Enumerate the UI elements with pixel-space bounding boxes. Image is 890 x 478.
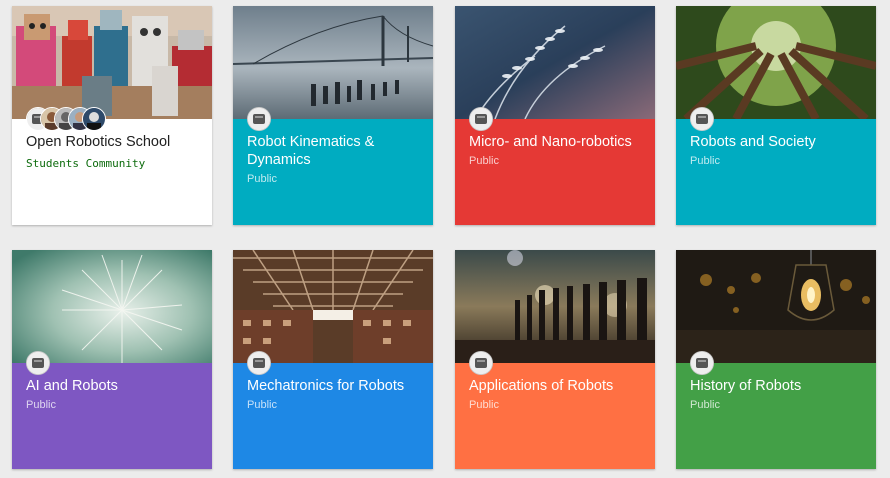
community-avatar	[690, 107, 714, 131]
community-card-robots-and-society[interactable]: Robots and Society Public	[676, 6, 876, 225]
community-avatar	[469, 107, 493, 131]
community-card-mechatronics[interactable]: Mechatronics for Robots Public	[233, 250, 433, 469]
card-image-forest-canopy	[676, 6, 876, 119]
community-card-applications[interactable]: Applications of Robots Public	[455, 250, 655, 469]
community-avatar	[26, 351, 50, 375]
community-avatar	[247, 107, 271, 131]
community-title[interactable]: Micro- and Nano-robotics	[469, 133, 645, 151]
card-image-bridge	[233, 6, 433, 119]
member-avatar[interactable]	[82, 107, 106, 131]
community-card-open-robotics-school[interactable]: Open Robotics School Students Community	[12, 6, 212, 225]
community-subtitle: Students Community	[26, 157, 146, 170]
community-visibility: Public	[469, 399, 499, 411]
community-visibility: Public	[26, 399, 56, 411]
community-avatar	[247, 351, 271, 375]
community-title[interactable]: Applications of Robots	[469, 377, 645, 395]
community-title[interactable]: Robots and Society	[690, 133, 866, 151]
community-visibility: Public	[469, 155, 499, 167]
card-image-dandelion	[12, 250, 212, 363]
community-card-robot-kinematics[interactable]: Robot Kinematics & Dynamics Public	[233, 6, 433, 225]
community-card-ai-and-robots[interactable]: AI and Robots Public	[12, 250, 212, 469]
community-visibility: Public	[690, 155, 720, 167]
community-card-history[interactable]: History of Robots Public	[676, 250, 876, 469]
card-image-edison-bulb	[676, 250, 876, 363]
card-image-toy-robots	[12, 6, 212, 119]
card-image-building-perspective	[233, 250, 433, 363]
community-title[interactable]: Open Robotics School	[26, 133, 202, 151]
community-title[interactable]: History of Robots	[690, 377, 866, 395]
community-card-micro-nano-robotics[interactable]: Micro- and Nano-robotics Public	[455, 6, 655, 225]
card-image-grass	[455, 6, 655, 119]
community-visibility: Public	[247, 399, 277, 411]
community-avatar	[469, 351, 493, 375]
community-visibility: Public	[247, 173, 277, 185]
community-title[interactable]: AI and Robots	[26, 377, 202, 395]
community-visibility: Public	[690, 399, 720, 411]
community-avatar	[690, 351, 714, 375]
community-title[interactable]: Robot Kinematics & Dynamics	[247, 133, 423, 169]
card-image-fence-sunset	[455, 250, 655, 363]
community-title[interactable]: Mechatronics for Robots	[247, 377, 423, 395]
